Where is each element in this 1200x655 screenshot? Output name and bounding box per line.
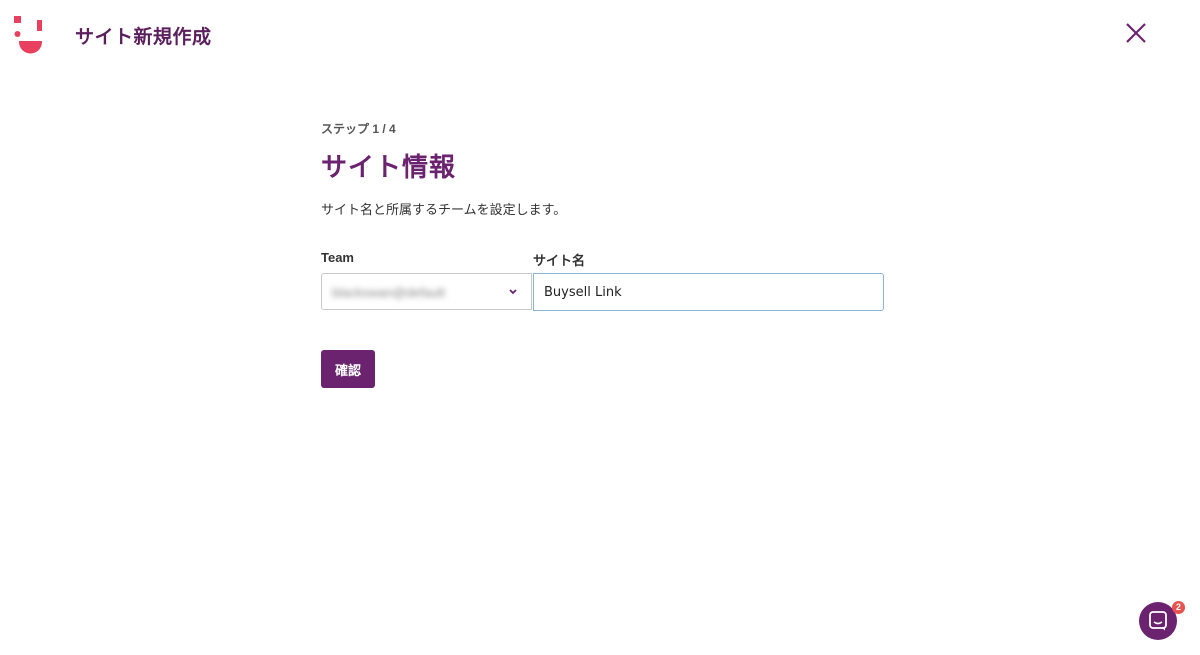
section-description: サイト名と所属するチームを設定します。 <box>321 202 567 217</box>
confirm-button[interactable]: 確認 <box>321 350 375 388</box>
team-select[interactable]: blackswan@default <box>321 273 532 310</box>
close-button[interactable] <box>1122 19 1150 47</box>
team-label: Team <box>321 250 354 265</box>
site-info-form: ステップ 1 / 4 サイト情報 サイト名と所属するチームを設定します。 Tea… <box>321 120 921 388</box>
team-value: blackswan@default <box>332 285 445 300</box>
notification-badge: 2 <box>1172 601 1185 614</box>
form-fields: Team サイト名 blackswan@default <box>321 250 884 311</box>
section-title: サイト情報 <box>321 152 457 182</box>
site-name-input[interactable] <box>533 273 884 311</box>
page-title: サイト新規作成 <box>75 27 212 48</box>
chevron-down-icon <box>509 289 517 295</box>
step-indicator: ステップ 1 / 4 <box>321 122 396 136</box>
brand-logo-icon[interactable] <box>14 16 44 54</box>
page: サイト新規作成 ステップ 1 / 4 サイト情報 サイト名と所属するチームを設定… <box>0 0 1200 655</box>
close-icon <box>1126 23 1146 43</box>
site-name-label: サイト名 <box>533 253 586 268</box>
chat-bubble-icon <box>1149 611 1167 631</box>
